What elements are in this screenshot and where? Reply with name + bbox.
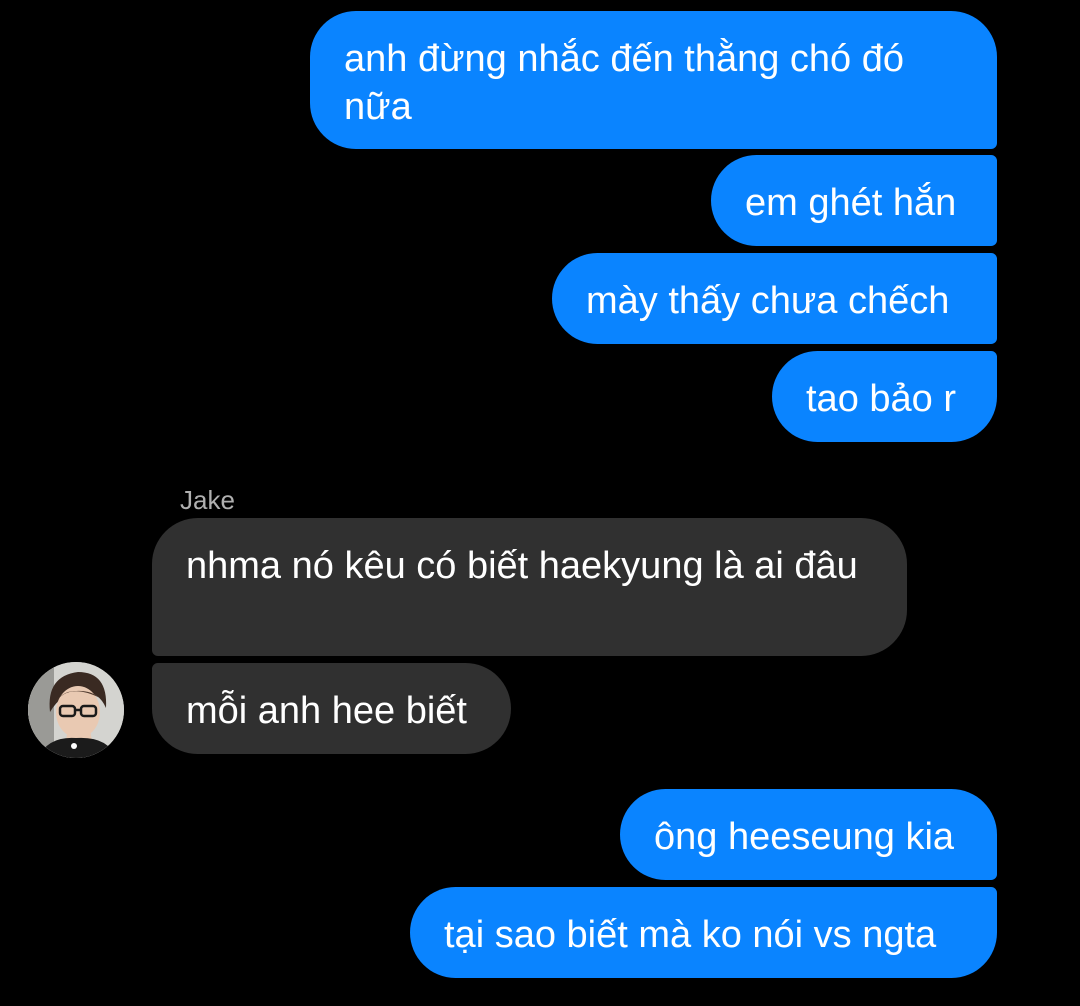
message-bubble-outgoing[interactable]: ông heeseung kia bbox=[620, 789, 997, 880]
message-bubble-outgoing[interactable]: tao bảo r bbox=[772, 351, 997, 442]
message-text: tao bảo r bbox=[806, 378, 956, 420]
avatar[interactable] bbox=[28, 662, 124, 758]
message-bubble-incoming[interactable]: nhma nó kêu có biết haekyung là ai đâu bbox=[152, 518, 907, 656]
message-text: mỗi anh hee biết bbox=[186, 690, 467, 732]
message-bubble-incoming[interactable]: mỗi anh hee biết bbox=[152, 663, 511, 754]
message-text: anh đừng nhắc đến thằng chó đó nữa bbox=[344, 38, 905, 128]
message-bubble-outgoing[interactable]: anh đừng nhắc đến thằng chó đó nữa bbox=[310, 11, 997, 149]
message-text: nhma nó kêu có biết haekyung là ai đâu bbox=[186, 545, 858, 587]
message-text: tại sao biết mà ko nói vs ngta bbox=[444, 914, 937, 956]
message-bubble-outgoing[interactable]: tại sao biết mà ko nói vs ngta bbox=[410, 887, 997, 978]
sender-name: Jake bbox=[180, 485, 235, 515]
message-text: em ghét hắn bbox=[745, 182, 957, 224]
user-avatar-photo bbox=[28, 662, 124, 758]
message-text: ông heeseung kia bbox=[654, 816, 955, 858]
message-text: mày thấy chưa chếch bbox=[586, 280, 950, 322]
message-bubble-outgoing[interactable]: mày thấy chưa chếch bbox=[552, 253, 997, 344]
message-bubble-outgoing[interactable]: em ghét hắn bbox=[711, 155, 997, 246]
